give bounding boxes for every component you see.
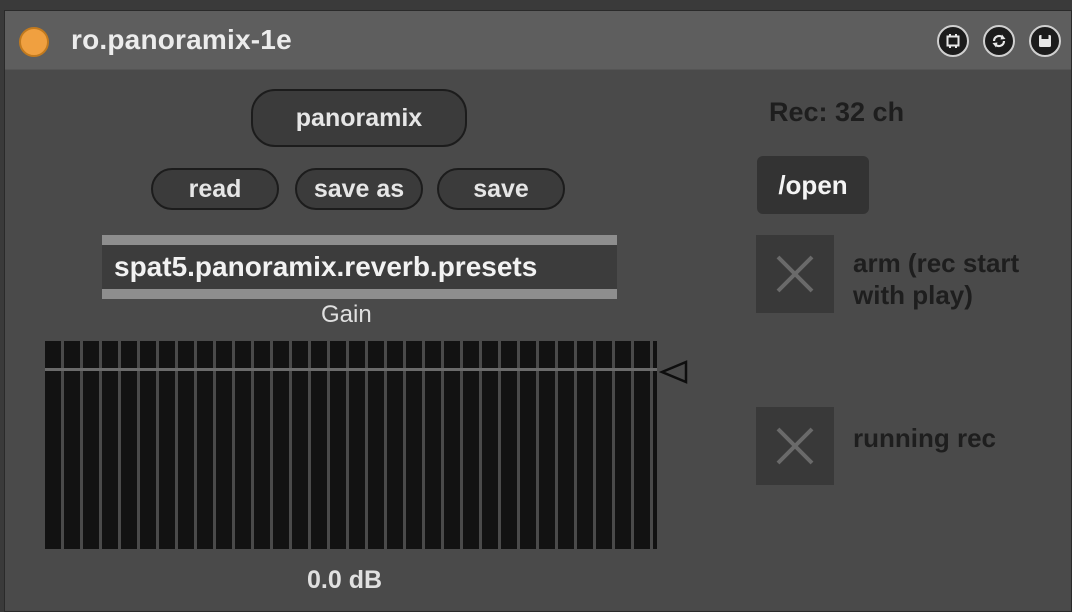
save-button[interactable]: save — [437, 168, 565, 210]
arm-toggle[interactable] — [756, 235, 834, 313]
preset-menu-value: spat5.panoramix.reverb.presets — [114, 251, 538, 282]
arm-label: arm (rec start with play) — [853, 248, 1020, 310]
freeze-device-button[interactable] — [937, 25, 969, 57]
gain-label: Gain — [321, 301, 372, 328]
refresh-device-button[interactable] — [983, 25, 1015, 57]
gain-value: 0.0 dB — [307, 566, 383, 594]
x-mark-icon — [776, 427, 814, 465]
save-device-icon — [1036, 32, 1054, 50]
panoramix-button[interactable]: panoramix — [251, 89, 467, 147]
gain-meter-level-line — [45, 368, 657, 371]
slider-arrow-icon — [658, 360, 688, 384]
preset-menu[interactable]: spat5.panoramix.reverb.presets — [102, 235, 617, 299]
save-device-button[interactable] — [1029, 25, 1061, 57]
device-titlebar: ro.panoramix-1e — [5, 11, 1071, 70]
device-window: ro.panoramix-1e panoramix read save as s… — [4, 10, 1072, 612]
refresh-icon — [990, 32, 1008, 50]
running-rec-label: running rec — [853, 423, 997, 453]
rec-channel-count: Rec: 32 ch — [769, 97, 905, 127]
running-rec-toggle[interactable] — [756, 407, 834, 485]
save-as-button[interactable]: save as — [295, 168, 423, 210]
gain-meter[interactable] — [45, 341, 657, 549]
device-status-led[interactable] — [19, 27, 49, 57]
gain-slider-arrow[interactable] — [658, 359, 689, 385]
x-mark-icon — [776, 255, 814, 293]
read-button[interactable]: read — [151, 168, 279, 210]
device-title: ro.panoramix-1e — [71, 24, 292, 55]
open-button[interactable]: /open — [757, 156, 869, 214]
freeze-device-icon — [944, 32, 962, 50]
